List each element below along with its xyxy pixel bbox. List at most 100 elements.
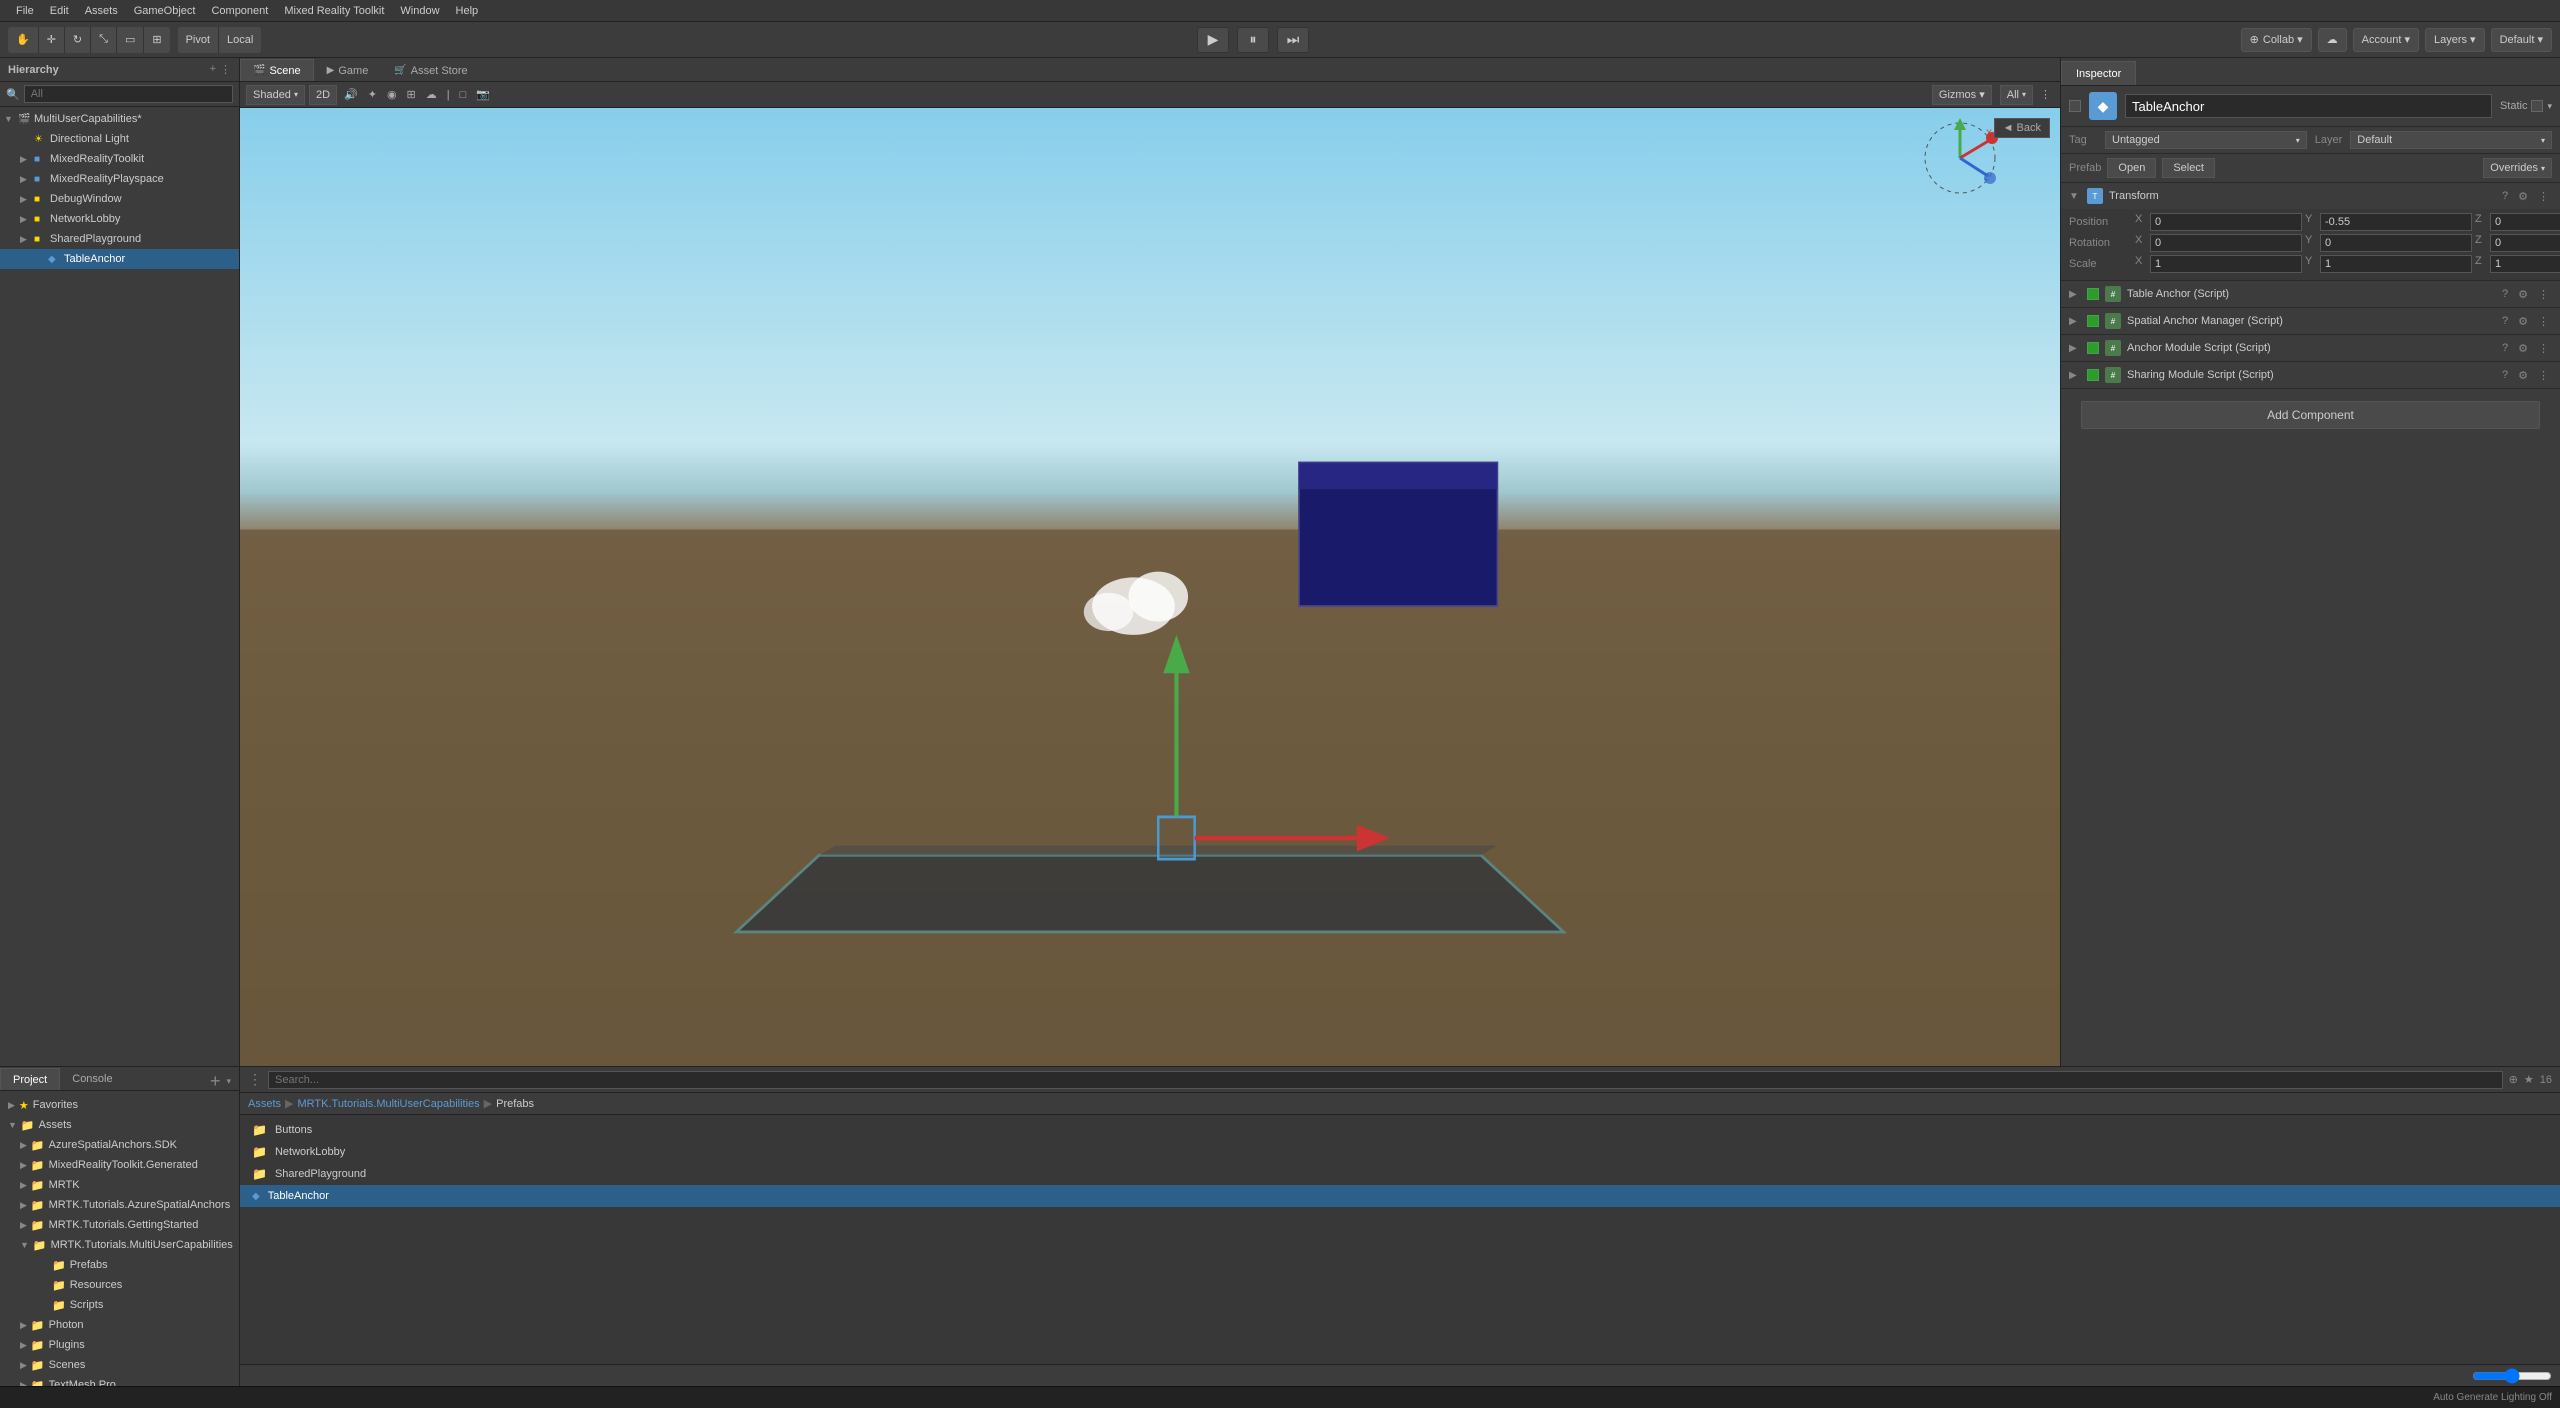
menu-edit[interactable]: Edit [42, 0, 77, 22]
file-item-tableanchor[interactable]: ◆ TableAnchor [240, 1185, 2560, 1207]
tree-item-debugwindow[interactable]: ▶ ■ DebugWindow [0, 189, 239, 209]
tree-item-mrtk[interactable]: ▶ ■ MixedRealityToolkit [0, 149, 239, 169]
menu-component[interactable]: Component [203, 0, 276, 22]
tree-item-playspace[interactable]: ▶ ■ MixedRealityPlayspace [0, 169, 239, 189]
favorites-section[interactable]: ▶ ★ Favorites [0, 1095, 239, 1115]
tree-mrtk-gen[interactable]: ▶ 📁 MixedRealityToolkit.Generated [0, 1155, 239, 1175]
static-arrow[interactable]: ▾ [2547, 101, 2552, 112]
obj-name-input[interactable] [2125, 94, 2492, 118]
tab-game[interactable]: ▶ Game [314, 59, 382, 81]
transform-tool[interactable]: ⊞ [144, 27, 169, 53]
tree-item-tableanchor[interactable]: ◆ TableAnchor [0, 249, 239, 269]
scene-extra-btn[interactable]: ⋮ [2037, 85, 2054, 105]
layers-dropdown[interactable]: Layers ▾ [2425, 28, 2485, 52]
tree-azure[interactable]: ▶ 📁 AzureSpatialAnchors.SDK [0, 1135, 239, 1155]
comp1-checkbox[interactable] [2087, 315, 2099, 327]
pos-y-input[interactable] [2320, 213, 2472, 231]
tree-item-sharedplayground[interactable]: ▶ ■ SharedPlayground [0, 229, 239, 249]
comp3-menu[interactable]: ⋮ [2535, 369, 2552, 382]
scene-btn3[interactable]: ◉ [384, 85, 400, 105]
comp0-checkbox[interactable] [2087, 288, 2099, 300]
default-dropdown[interactable]: Default ▾ [2491, 28, 2552, 52]
tab-assetstore[interactable]: 🛒 Asset Store [381, 59, 480, 81]
hand-tool[interactable]: ✋ [8, 27, 39, 53]
rot-x-input[interactable] [2150, 234, 2302, 252]
comp3-checkbox[interactable] [2087, 369, 2099, 381]
tree-textmesh[interactable]: ▶ 📁 TextMesh Pro [0, 1375, 239, 1386]
sharingmodule-script-header[interactable]: ▶ # Sharing Module Script (Script) ? ⚙ ⋮ [2061, 362, 2560, 388]
tab-console[interactable]: Console [60, 1068, 124, 1090]
scale-x-input[interactable] [2150, 255, 2302, 273]
rot-z-input[interactable] [2490, 234, 2560, 252]
comp3-help[interactable]: ? [2499, 369, 2511, 382]
comp2-menu[interactable]: ⋮ [2535, 342, 2552, 355]
step-button[interactable]: ⏭ [1277, 27, 1309, 53]
comp0-menu[interactable]: ⋮ [2535, 288, 2552, 301]
scene-viewport[interactable]: Y X Z ◄ Back [240, 108, 2060, 1066]
scale-tool[interactable]: ⤡ [91, 27, 117, 53]
rotate-tool[interactable]: ↻ [65, 27, 91, 53]
comp1-menu[interactable]: ⋮ [2535, 315, 2552, 328]
comp3-settings[interactable]: ⚙ [2515, 369, 2531, 382]
cloud-button[interactable]: ☁ [2318, 28, 2347, 52]
comp0-settings[interactable]: ⚙ [2515, 288, 2531, 301]
file-item-buttons[interactable]: 📁 Buttons [240, 1119, 2560, 1141]
tab-scene[interactable]: 🎬 Scene [240, 59, 314, 81]
fx-btn[interactable]: ✦ [365, 85, 380, 105]
tab-inspector[interactable]: Inspector [2061, 61, 2136, 85]
assets-root[interactable]: ▼ 📁 Assets [0, 1115, 239, 1135]
scene-btn6[interactable]: | [444, 85, 453, 105]
comp2-help[interactable]: ? [2499, 342, 2511, 355]
prefab-open-btn[interactable]: Open [2107, 158, 2156, 178]
scale-z-input[interactable] [2490, 255, 2560, 273]
play-button[interactable]: ▶ [1197, 27, 1229, 53]
account-dropdown[interactable]: Account ▾ [2353, 28, 2419, 52]
tree-mrtk-azure[interactable]: ▶ 📁 MRTK.Tutorials.AzureSpatialAnchors [0, 1195, 239, 1215]
zoom-slider[interactable] [2472, 1370, 2552, 1382]
project-add-btn[interactable]: + [204, 1072, 227, 1090]
tab-project[interactable]: Project [0, 1068, 60, 1090]
menu-mrtk[interactable]: Mixed Reality Toolkit [276, 0, 392, 22]
tree-plugins[interactable]: ▶ 📁 Plugins [0, 1335, 239, 1355]
breadcrumb-prefabs[interactable]: Prefabs [496, 1098, 534, 1110]
comp0-help[interactable]: ? [2499, 288, 2511, 301]
tree-item-networklobby[interactable]: ▶ ■ NetworkLobby [0, 209, 239, 229]
aspect-btn[interactable]: □ [457, 85, 470, 105]
project-menu-btn[interactable]: ▾ [226, 1076, 231, 1087]
browser-btn2[interactable]: ★ [2524, 1073, 2534, 1086]
transform-help-btn[interactable]: ? [2499, 190, 2511, 203]
tree-resources[interactable]: 📁 Resources [0, 1275, 239, 1295]
all-dropdown[interactable]: All ▾ [2000, 85, 2033, 105]
tree-scripts[interactable]: 📁 Scripts [0, 1295, 239, 1315]
rect-tool[interactable]: ▭ [117, 27, 144, 53]
tree-mrtk-start[interactable]: ▶ 📁 MRTK.Tutorials.GettingStarted [0, 1215, 239, 1235]
tree-photon[interactable]: ▶ 📁 Photon [0, 1315, 239, 1335]
hierarchy-add-icon[interactable]: + [210, 63, 216, 76]
browser-search-input[interactable] [268, 1071, 2503, 1089]
layer-dropdown[interactable]: Default ▾ [2350, 131, 2552, 149]
collab-button[interactable]: ⊕ Collab ▾ [2241, 28, 2312, 52]
menu-window[interactable]: Window [392, 0, 447, 22]
pos-z-input[interactable] [2490, 213, 2560, 231]
menu-help[interactable]: Help [448, 0, 487, 22]
comp1-settings[interactable]: ⚙ [2515, 315, 2531, 328]
back-button[interactable]: ◄ Back [1994, 118, 2050, 138]
transform-settings-btn[interactable]: ⚙ [2515, 190, 2531, 203]
pos-x-input[interactable] [2150, 213, 2302, 231]
static-checkbox[interactable] [2531, 100, 2543, 112]
tree-scenes[interactable]: ▶ 📁 Scenes [0, 1355, 239, 1375]
transform-menu-btn[interactable]: ⋮ [2535, 190, 2552, 203]
hierarchy-search-input[interactable] [24, 85, 233, 103]
cam-btn[interactable]: 📷 [473, 85, 493, 105]
tag-dropdown[interactable]: Untagged ▾ [2105, 131, 2307, 149]
breadcrumb-assets[interactable]: Assets [248, 1098, 281, 1110]
tree-item-multiuser[interactable]: ▼ 🎬 MultiUserCapabilities* [0, 109, 239, 129]
comp2-settings[interactable]: ⚙ [2515, 342, 2531, 355]
prefab-select-btn[interactable]: Select [2162, 158, 2215, 178]
transform-header[interactable]: ▼ T Transform ? ⚙ ⋮ [2061, 183, 2560, 209]
tree-mrtk[interactable]: ▶ 📁 MRTK [0, 1175, 239, 1195]
anchormodule-script-header[interactable]: ▶ # Anchor Module Script (Script) ? ⚙ ⋮ [2061, 335, 2560, 361]
browser-btn3[interactable]: 16 [2540, 1074, 2552, 1086]
menu-assets[interactable]: Assets [77, 0, 126, 22]
file-item-networklobby[interactable]: 📁 NetworkLobby [240, 1141, 2560, 1163]
